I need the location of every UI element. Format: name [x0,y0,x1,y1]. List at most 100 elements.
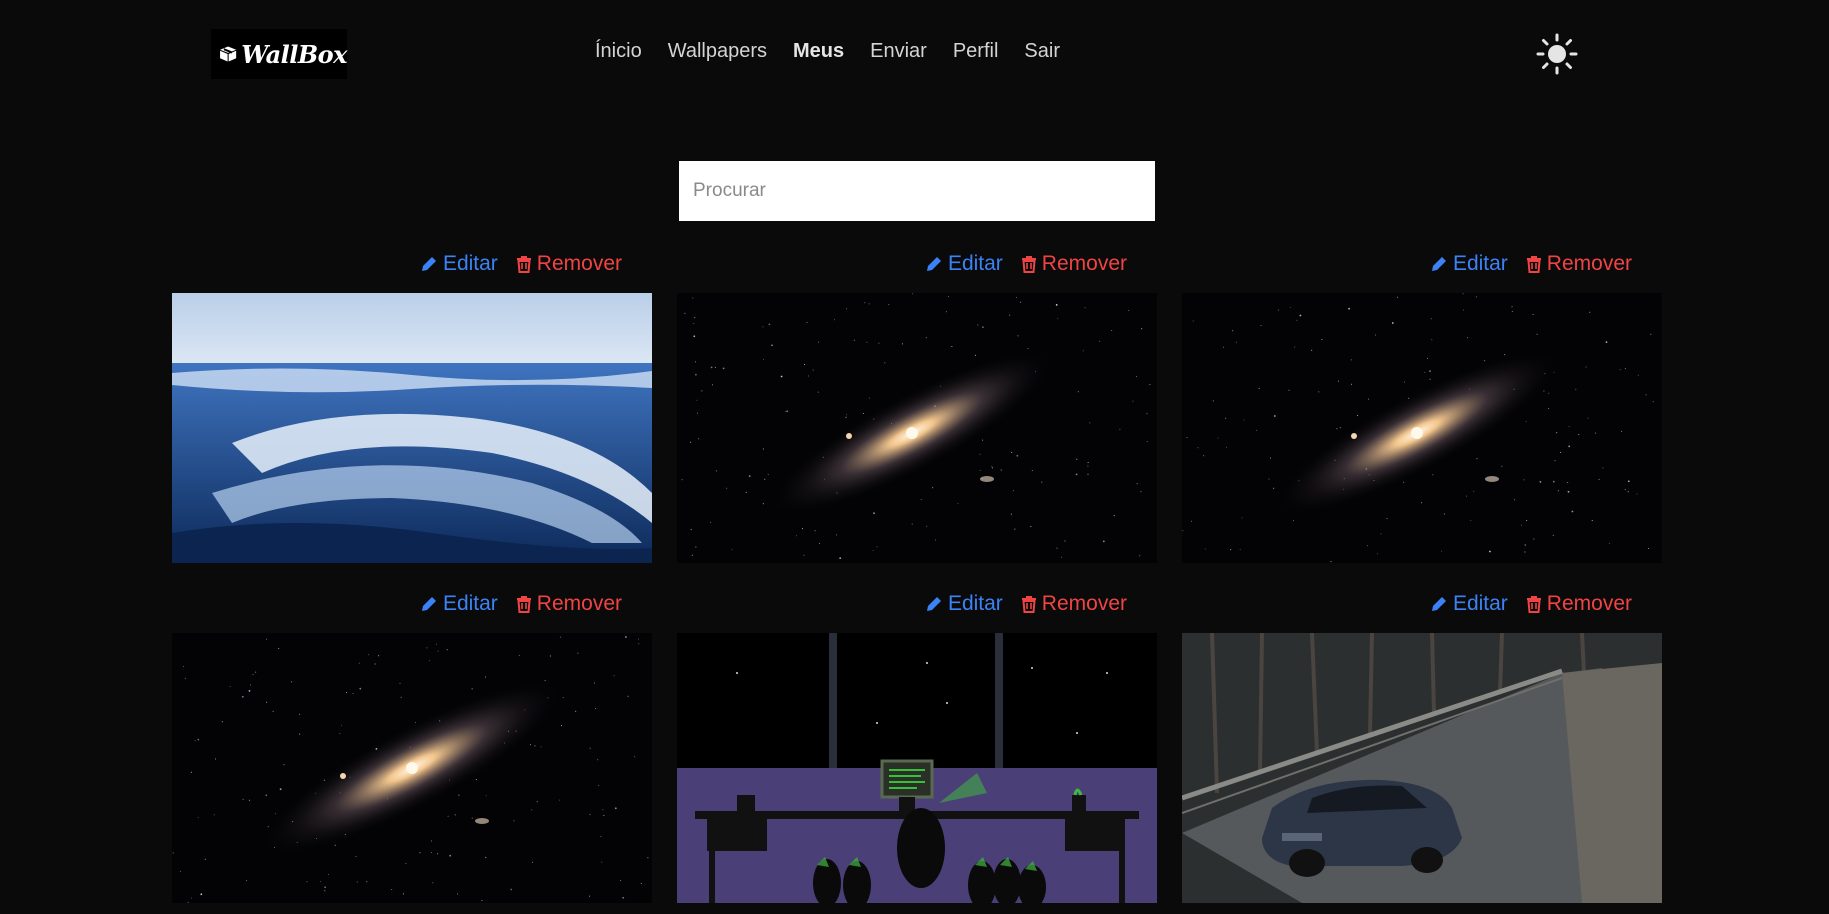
wallpaper-thumbnail[interactable] [172,633,652,903]
star [1087,473,1089,475]
star [1466,495,1467,497]
edit-button[interactable]: Editar [1430,252,1508,276]
star [1140,491,1142,493]
star [510,888,513,891]
star [1591,520,1593,521]
edit-button[interactable]: Editar [925,252,1003,276]
star [355,855,357,857]
star [695,546,697,548]
star [866,341,868,343]
star [1524,544,1527,546]
remove-button[interactable]: Remover [1526,252,1632,276]
star [471,688,473,690]
star [1647,548,1649,549]
search-input[interactable] [679,161,1155,221]
star [1241,517,1243,519]
star [600,836,602,837]
star [814,530,816,532]
theme-toggle-button[interactable] [1536,33,1578,75]
star [204,858,206,860]
star [1269,457,1271,459]
star [868,397,870,399]
nav-item-wallpapers[interactable]: Wallpapers [668,40,767,63]
edit-button[interactable]: Editar [1430,592,1508,616]
star [601,861,603,863]
remove-button[interactable]: Remover [516,252,622,276]
star [341,724,343,726]
star [693,335,696,338]
star [184,677,186,679]
star [1556,432,1558,434]
remove-button[interactable]: Remover [1526,592,1632,616]
star [731,549,733,551]
star [812,369,814,371]
star [1292,519,1294,521]
star [771,344,773,347]
star [911,293,913,295]
remove-label: Remover [536,252,622,275]
star [767,474,769,476]
wallpaper-thumbnail[interactable] [172,293,652,563]
star [951,346,953,347]
star [532,861,533,863]
star [485,795,487,797]
star [602,809,604,811]
star [1380,533,1382,535]
star [279,788,282,791]
nav-item-perfil[interactable]: Perfil [953,40,999,63]
brand-logo[interactable]: WallBox [211,29,347,79]
edit-button[interactable]: Editar [420,592,498,616]
star [640,883,642,884]
star [975,354,976,356]
remove-button[interactable]: Remover [1021,592,1127,616]
star [622,896,625,899]
edit-button[interactable]: Editar [925,592,1003,616]
star [1594,432,1596,434]
pencil-icon [926,597,941,611]
star [694,317,696,319]
star [1441,550,1443,552]
star [252,674,254,675]
star [530,744,531,746]
star [1041,481,1043,483]
wallpaper-thumbnail[interactable] [677,633,1157,903]
star [1111,330,1113,332]
star [1000,469,1002,471]
star [1621,430,1623,432]
star [925,337,927,339]
star [1391,322,1394,324]
star [1514,499,1516,501]
star [1191,520,1193,522]
nav-item-sair[interactable]: Sair [1024,40,1060,63]
star [378,655,380,657]
star [701,390,703,392]
nav-item-enviar[interactable]: Enviar [870,40,927,63]
star [979,469,981,471]
star [447,815,449,817]
star [1624,368,1626,369]
star [1376,553,1378,555]
star [1020,301,1022,303]
star [577,652,579,654]
remove-label: Remover [1041,252,1127,275]
trash-icon [1021,256,1036,273]
star [1212,400,1214,402]
nav-item-meus[interactable]: Meus [793,40,844,63]
star [920,499,922,500]
edit-button[interactable]: Editar [420,252,498,276]
nav-item-inicio[interactable]: Ínicio [595,40,642,63]
star [932,487,934,489]
edit-label: Editar [442,592,498,615]
star [534,745,536,747]
star [638,638,639,640]
star [1128,310,1130,311]
star [614,807,617,810]
wallpaper-thumbnail[interactable] [1182,633,1662,903]
remove-button[interactable]: Remover [1021,252,1127,276]
remove-button[interactable]: Remover [516,592,622,616]
edit-label: Editar [947,592,1003,615]
star [356,881,358,883]
wallpaper-thumbnail[interactable] [1182,293,1662,563]
wallpaper-thumbnail[interactable] [677,293,1157,563]
star [430,840,432,842]
